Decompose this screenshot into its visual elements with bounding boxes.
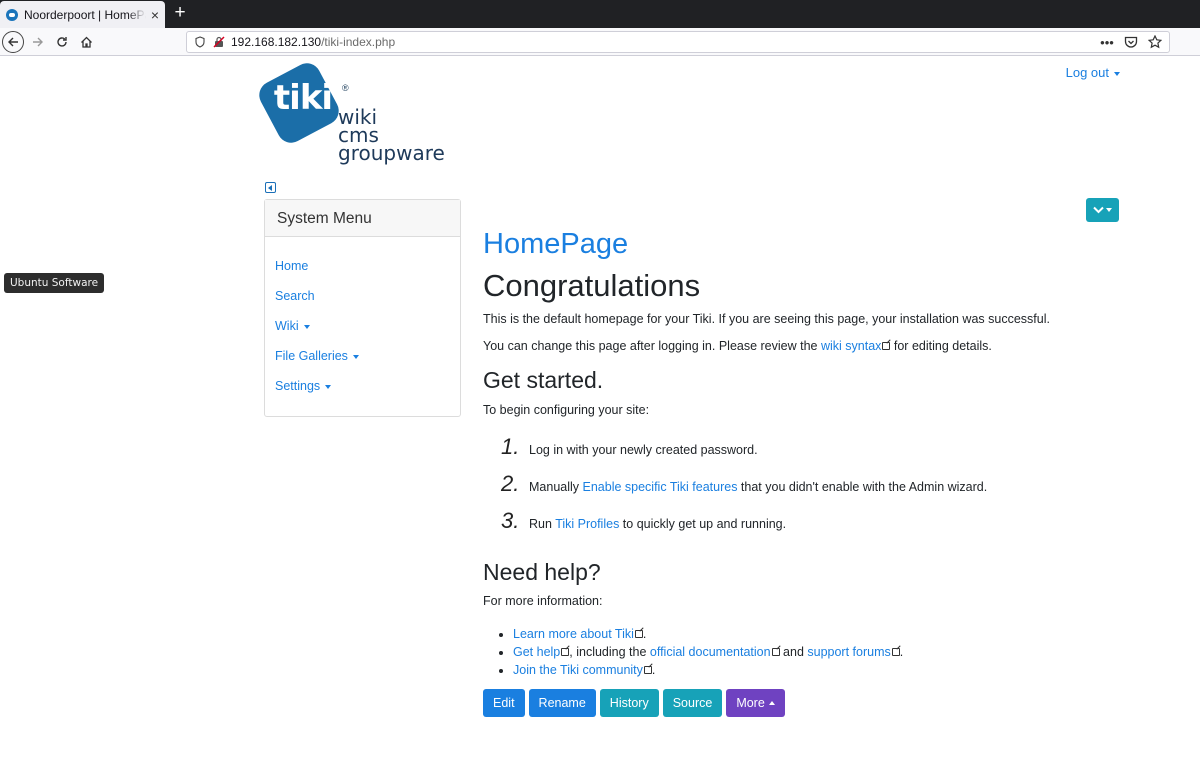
menu-item-home[interactable]: Home <box>265 252 460 282</box>
reload-icon <box>57 37 67 47</box>
steps-list: 1. Log in with your newly created passwo… <box>483 434 1123 545</box>
caret-down-icon <box>1114 71 1120 76</box>
step-item: 3. Run Tiki Profiles to quickly get up a… <box>501 507 787 533</box>
url-bar[interactable]: 192.168.182.130/tiki-index.php ••• <box>186 31 1170 53</box>
step-item: 1. Log in with your newly created passwo… <box>501 433 758 459</box>
official-documentation-link[interactable]: official documentation <box>650 645 771 659</box>
insecure-lock-icon[interactable] <box>213 36 225 48</box>
system-menu-title: System Menu <box>265 200 460 237</box>
menu-item-settings[interactable]: Settings <box>265 372 460 402</box>
enable-features-link[interactable]: Enable specific Tiki features <box>583 480 738 494</box>
page-buttons: Edit Rename History Source More <box>483 689 1123 718</box>
help-links-list: Learn more about Tiki. Get help, includi… <box>483 625 1123 679</box>
more-button[interactable]: More <box>726 689 785 718</box>
tiki-profiles-link[interactable]: Tiki Profiles <box>555 517 619 531</box>
bookmark-star-icon[interactable] <box>1147 34 1163 50</box>
learn-more-link[interactable]: Learn more about Tiki <box>513 627 634 641</box>
get-started-text: To begin configuring your site: <box>483 403 650 418</box>
tiki-logo[interactable]: tiki ® wiki cms groupware <box>254 58 452 165</box>
browser-tab-bar: Noorderpoort | HomePage × + <box>0 0 1200 28</box>
list-item: Learn more about Tiki. <box>513 625 1123 643</box>
system-menu-list: Home Search Wiki File Galleries Settings <box>265 237 460 402</box>
page-actions-dropdown-button[interactable] <box>1086 198 1119 222</box>
home-button[interactable] <box>75 31 97 53</box>
external-link-icon <box>882 341 891 350</box>
edit-button[interactable]: Edit <box>483 689 525 718</box>
logout-dropdown[interactable]: Log out <box>1066 65 1120 80</box>
pocket-icon[interactable] <box>1123 34 1139 50</box>
caret-down-icon <box>1106 208 1112 212</box>
menu-item-wiki[interactable]: Wiki <box>265 312 460 342</box>
menu-item-file-galleries[interactable]: File Galleries <box>265 342 460 372</box>
browser-toolbar: 192.168.182.130/tiki-index.php ••• <box>0 28 1200 56</box>
external-link-icon <box>643 666 652 675</box>
heading-need-help: Need help? <box>483 558 601 585</box>
external-link-icon <box>771 648 780 657</box>
caret-up-icon <box>768 701 775 706</box>
heading-congratulations: Congratulations <box>483 267 701 303</box>
rename-button[interactable]: Rename <box>528 689 596 718</box>
back-arrow-icon <box>8 37 18 47</box>
main-content: HomePage Congratulations This is the def… <box>483 227 1123 718</box>
registered-mark: ® <box>342 83 349 93</box>
reload-button[interactable] <box>51 31 73 53</box>
forward-button[interactable] <box>27 31 49 53</box>
back-button[interactable] <box>2 31 24 53</box>
tiki-logo-mark-text: tiki <box>273 78 333 118</box>
web-page: tiki ® wiki cms groupware Log out System… <box>0 57 1200 757</box>
shield-icon[interactable] <box>195 36 205 48</box>
caret-down-icon <box>303 324 310 329</box>
help-text: For more information: <box>483 594 603 609</box>
get-help-link[interactable]: Get help <box>513 645 560 659</box>
intro-text: This is the default homepage for your Ti… <box>483 311 1050 326</box>
heading-get-started: Get started. <box>483 367 604 394</box>
history-button[interactable]: History <box>599 689 659 718</box>
ubuntu-software-tooltip: Ubuntu Software <box>4 273 105 293</box>
home-icon <box>80 36 92 48</box>
list-item: Get help, including the official documen… <box>513 643 1123 661</box>
wiki-syntax-link[interactable]: wiki syntax <box>821 339 881 353</box>
list-item: Join the Tiki community. <box>513 661 1123 679</box>
page-actions-more-icon[interactable]: ••• <box>1099 34 1115 50</box>
external-link-icon <box>891 648 900 657</box>
tab-title: Noorderpoort | HomePage <box>24 7 146 22</box>
page-title[interactable]: HomePage <box>483 227 1123 262</box>
system-menu-module: System Menu Home Search Wiki File Galler… <box>264 199 461 417</box>
join-community-link[interactable]: Join the Tiki community <box>513 663 643 677</box>
external-link-icon <box>634 630 643 639</box>
chevron-down-icon <box>1093 206 1104 214</box>
caret-down-icon <box>352 354 359 359</box>
support-forums-link[interactable]: support forums <box>807 645 890 659</box>
forward-arrow-icon <box>33 37 43 47</box>
source-button[interactable]: Source <box>662 689 723 718</box>
collapse-left-column-icon[interactable] <box>265 182 276 193</box>
caret-down-icon <box>325 384 332 389</box>
change-page-text: You can change this page after logging i… <box>483 338 992 353</box>
menu-item-search[interactable]: Search <box>265 282 460 312</box>
new-tab-button[interactable]: + <box>170 2 190 24</box>
external-link-icon <box>561 648 570 657</box>
close-tab-icon[interactable]: × <box>148 7 162 23</box>
step-item: 2. Manually Enable specific Tiki feature… <box>501 470 988 496</box>
url-text: 192.168.182.130/tiki-index.php <box>231 35 396 49</box>
tiki-logo-words: wiki cms groupware <box>338 105 445 165</box>
tiki-favicon-icon <box>6 8 18 21</box>
browser-tab-active[interactable]: Noorderpoort | HomePage × <box>0 1 165 28</box>
